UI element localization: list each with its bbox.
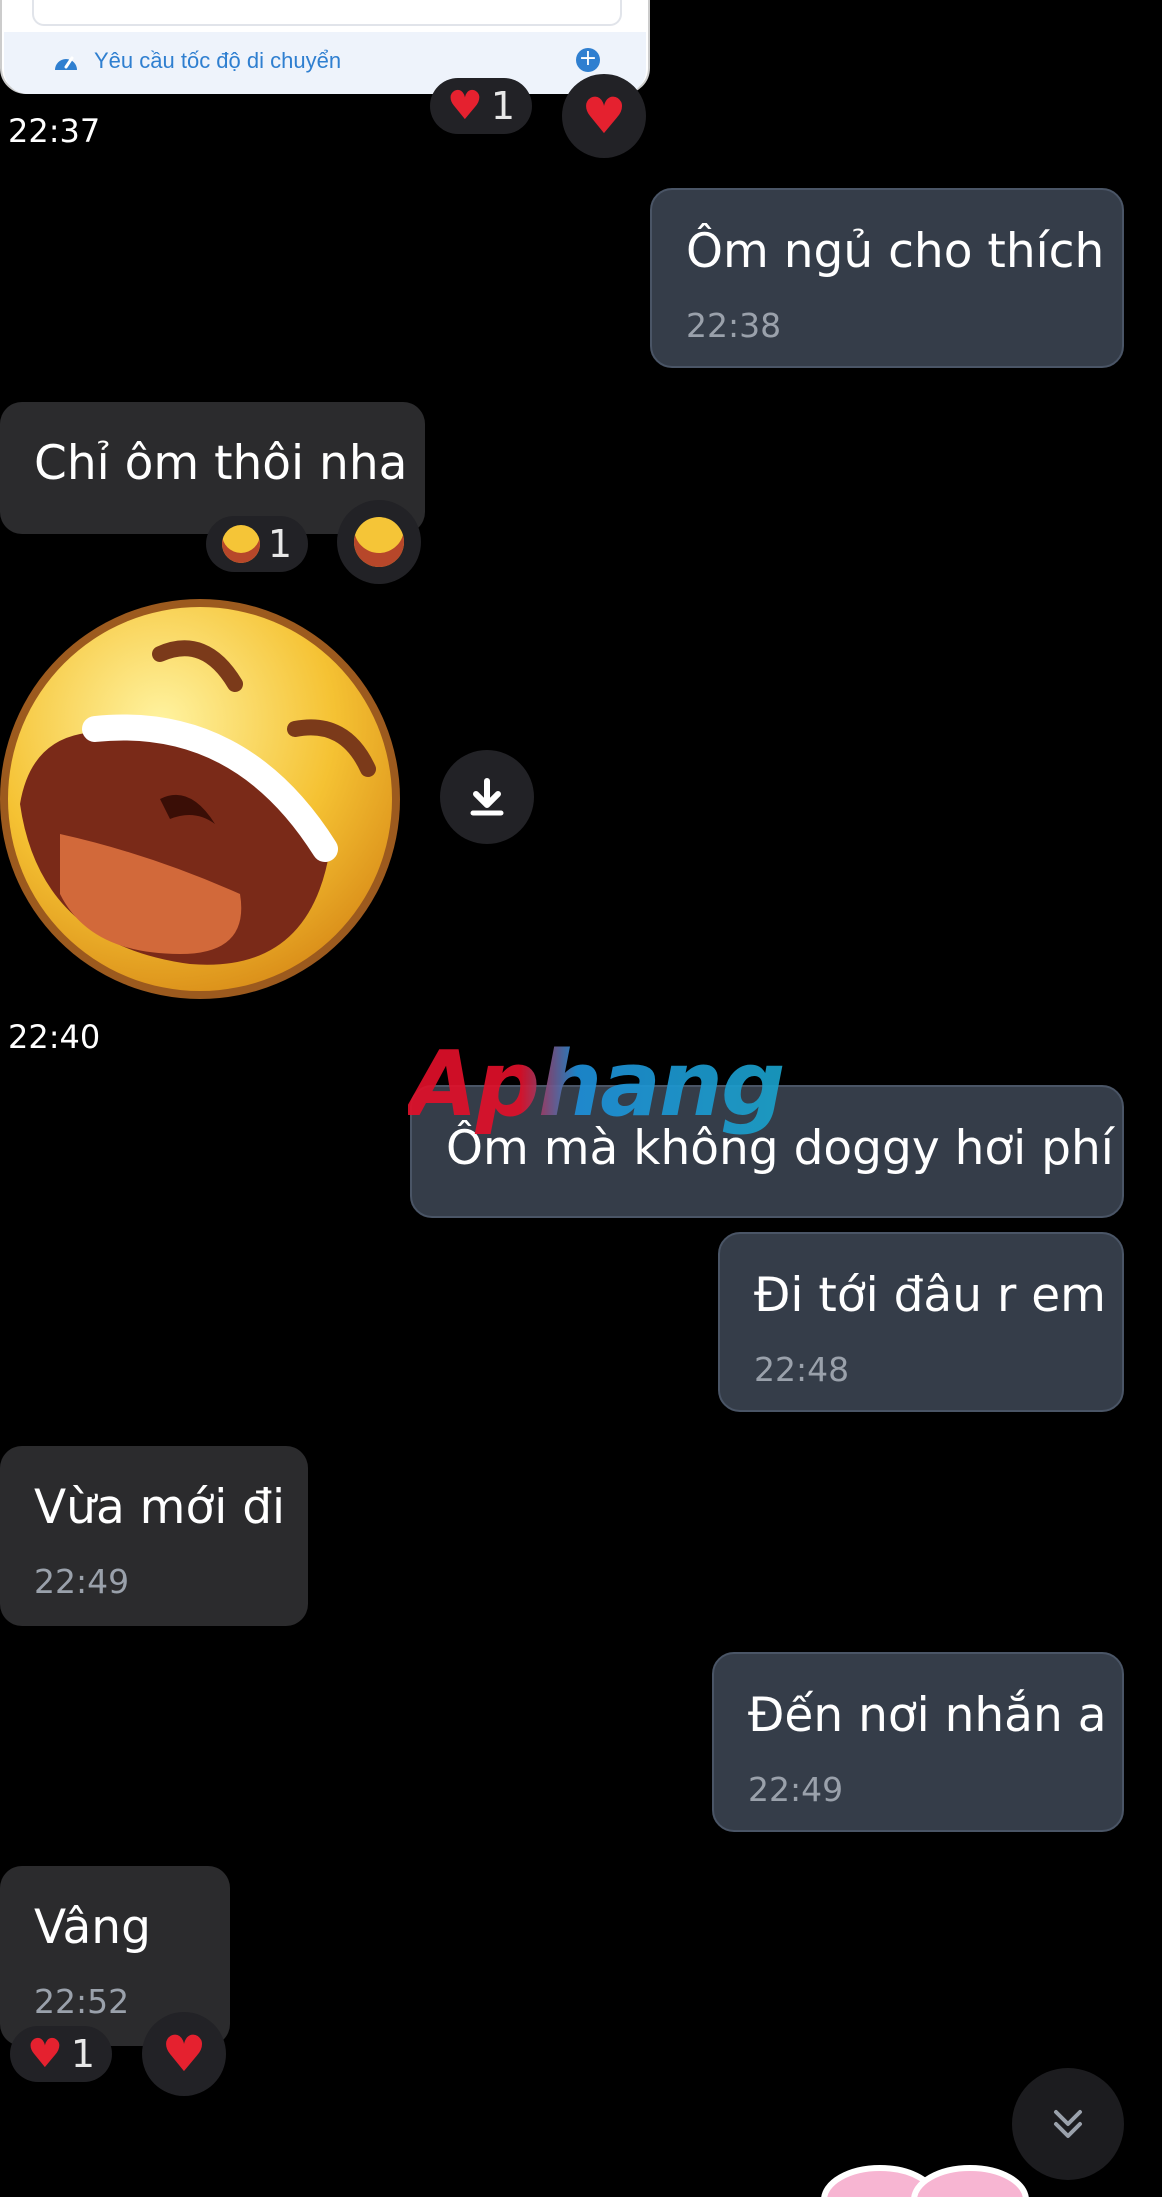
message-time: 22:48 (754, 1350, 850, 1389)
react-heart-button[interactable]: ♥ (142, 2012, 226, 2096)
watermark-text: Aphang (408, 1032, 785, 1137)
heart-sticker-partial[interactable] (820, 2160, 1030, 2197)
heart-icon: ♥ (446, 83, 483, 129)
message-text: Ôm ngủ cho thích (686, 224, 1105, 279)
card-action-row[interactable]: Yêu cầu tốc độ di chuyển + (4, 32, 646, 94)
download-icon (470, 778, 504, 816)
react-laugh-button[interactable] (337, 500, 421, 584)
heart-icon: ♥ (26, 2031, 63, 2077)
card-inner-box (32, 0, 622, 26)
shared-card[interactable]: Yêu cầu tốc độ di chuyển + (0, 0, 650, 94)
laughing-face-icon (221, 525, 260, 563)
download-button[interactable] (440, 750, 534, 844)
reaction-summary-pill[interactable]: ♥ 1 (430, 78, 532, 134)
heart-icon: ♥ (581, 87, 627, 145)
message-text: Đến nơi nhắn a (748, 1688, 1107, 1743)
message-time: 22:52 (34, 1982, 130, 2021)
card-action-label: Yêu cầu tốc độ di chuyển (94, 48, 342, 73)
chevron-double-down-icon (1054, 2110, 1082, 2138)
react-heart-button[interactable]: ♥ (562, 74, 646, 158)
sent-message-bubble[interactable]: Đến nơi nhắn a 22:49 (712, 1652, 1124, 1832)
reaction-summary-pill[interactable]: 1 (206, 516, 308, 572)
message-text: Chỉ ôm thôi nha (34, 436, 408, 491)
message-time: 22:49 (34, 1562, 130, 1601)
reaction-count: 1 (267, 522, 293, 566)
sent-message-bubble[interactable]: Ôm ngủ cho thích 22:38 (650, 188, 1124, 368)
laughing-face-sticker[interactable] (0, 594, 410, 1004)
message-text: Vừa mới đi (34, 1480, 286, 1535)
speed-gauge-icon (55, 56, 77, 70)
laughing-face-icon (354, 517, 404, 567)
message-time: 22:38 (686, 306, 782, 345)
message-text: Vâng (34, 1900, 151, 1955)
add-icon[interactable]: + (576, 48, 600, 72)
watermark-logo: Aphang (408, 1040, 785, 1130)
reaction-count: 1 (70, 2032, 96, 2076)
received-message-bubble[interactable]: Vừa mới đi 22:49 (0, 1446, 308, 1626)
reaction-summary-pill[interactable]: ♥ 1 (10, 2026, 112, 2082)
message-timestamp: 22:40 (8, 1018, 101, 1056)
heart-icon: ♥ (161, 2025, 207, 2083)
reaction-count: 1 (490, 84, 516, 128)
message-text: Đi tới đâu r em (754, 1268, 1106, 1323)
message-time: 22:49 (748, 1770, 844, 1809)
message-timestamp: 22:37 (8, 112, 101, 150)
sent-message-bubble[interactable]: Đi tới đâu r em 22:48 (718, 1232, 1124, 1412)
